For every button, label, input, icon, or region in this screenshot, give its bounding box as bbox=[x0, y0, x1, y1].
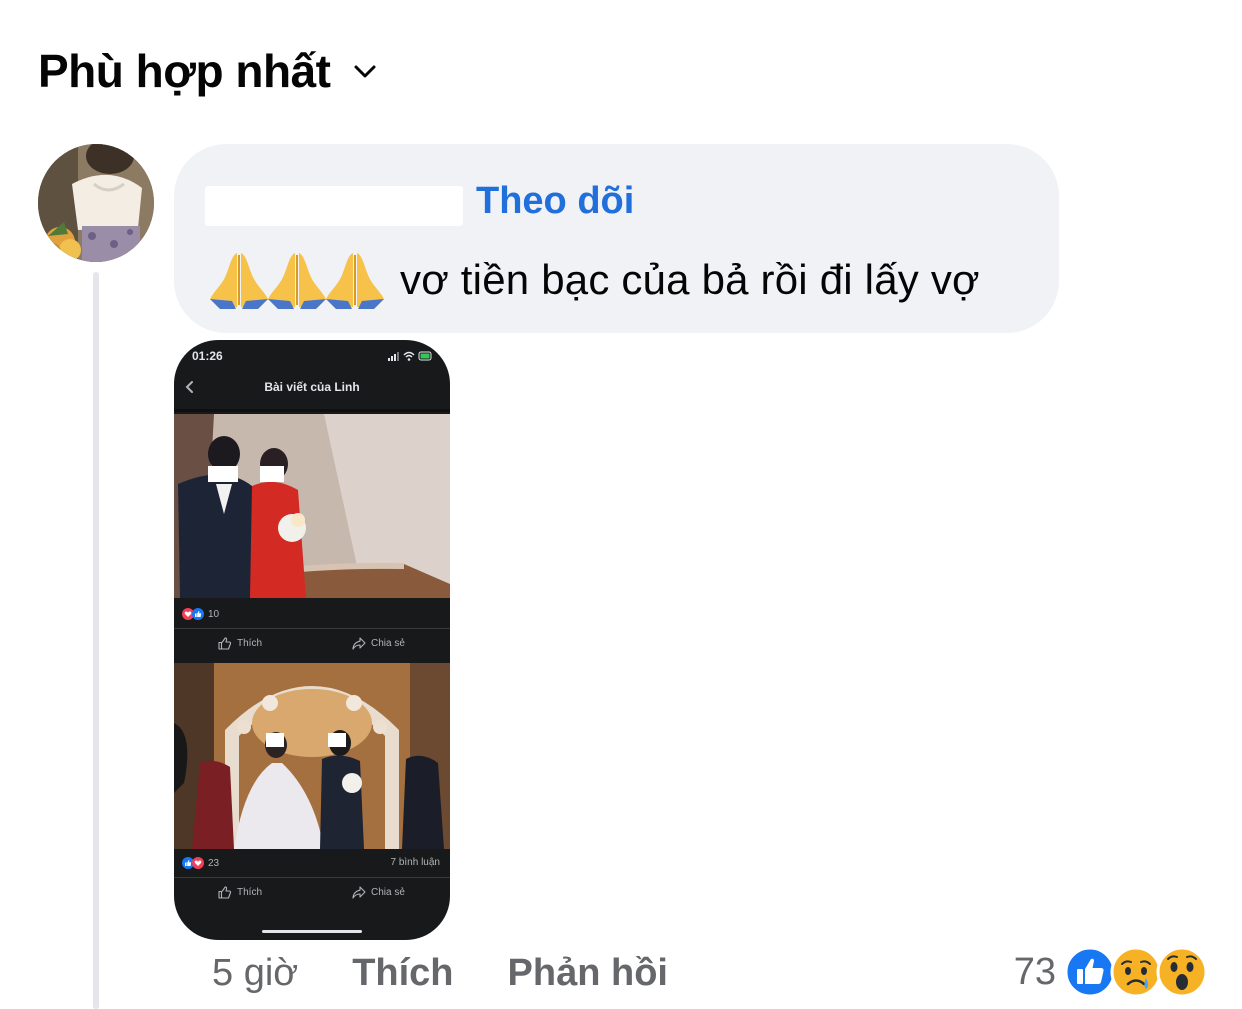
wedding-photo-2 bbox=[174, 663, 450, 849]
post2-comment-count[interactable]: 7 bình luận bbox=[391, 857, 441, 868]
sort-label: Phù hợp nhất bbox=[38, 45, 331, 97]
comment-footer: 5 giờ Thích Phản hồi bbox=[212, 952, 668, 995]
wedding-photo-1 bbox=[174, 414, 450, 598]
commenter-avatar[interactable] bbox=[38, 144, 154, 262]
folded-hands-emoji-icon bbox=[326, 253, 384, 309]
thumbs-up-icon bbox=[218, 637, 232, 650]
status-bar: 01:26 bbox=[174, 340, 450, 370]
attached-screenshot[interactable]: 01:26 Bài viết của Linh 10 Thích Chia sẻ… bbox=[174, 340, 450, 940]
like-reaction-icon bbox=[192, 608, 204, 620]
post2-actions: Thích Chia sẻ bbox=[174, 877, 450, 907]
thumbs-up-icon bbox=[218, 886, 232, 899]
post1-share-label: Chia sẻ bbox=[371, 638, 405, 649]
post2-like-button[interactable]: Thích bbox=[218, 886, 262, 899]
share-arrow-icon bbox=[352, 637, 366, 650]
reaction-summary[interactable]: 73 bbox=[1014, 946, 1208, 998]
home-indicator bbox=[262, 930, 362, 933]
post1-share-button[interactable]: Chia sẻ bbox=[352, 637, 405, 650]
post1-like-label: Thích bbox=[237, 638, 263, 649]
folded-hands-emoji-icon bbox=[268, 253, 326, 309]
reply-thread-line bbox=[93, 272, 99, 1009]
chevron-down-icon bbox=[354, 65, 376, 78]
signal-wifi-battery-icon bbox=[388, 351, 432, 361]
sort-dropdown[interactable]: Phù hợp nhất bbox=[38, 44, 378, 98]
redacted-author-name bbox=[205, 186, 463, 226]
follow-link[interactable]: Theo dõi bbox=[476, 180, 634, 223]
like-reaction-icon bbox=[1064, 946, 1116, 998]
nav-title: Bài viết của Linh bbox=[264, 380, 360, 394]
post2-like-label: Thích bbox=[237, 887, 263, 898]
post1-actions: Thích Chia sẻ bbox=[174, 628, 450, 658]
post1-reaction-count: 10 bbox=[208, 608, 220, 620]
comment-timestamp[interactable]: 5 giờ bbox=[212, 952, 298, 995]
like-button[interactable]: Thích bbox=[352, 952, 453, 995]
love-reaction-icon bbox=[192, 857, 204, 869]
post2-reaction-count: 23 bbox=[208, 857, 220, 869]
reaction-count: 73 bbox=[1013, 950, 1056, 993]
folded-hands-emoji-icon bbox=[210, 253, 268, 309]
sad-reaction-icon bbox=[1110, 946, 1162, 998]
status-time: 01:26 bbox=[192, 349, 223, 363]
reply-button[interactable]: Phản hồi bbox=[508, 952, 668, 995]
comment-text: vơ tiền bạc của bả rồi đi lấy vợ bbox=[400, 256, 980, 303]
wow-reaction-icon bbox=[1156, 946, 1208, 998]
avatar-photo bbox=[38, 144, 154, 262]
post1-like-button[interactable]: Thích bbox=[218, 637, 262, 650]
comment-body: vơ tiền bạc của bả rồi đi lấy vợ bbox=[208, 251, 980, 309]
post2-reactions: 23 bbox=[182, 855, 219, 871]
post1-reactions: 10 bbox=[182, 606, 219, 622]
share-arrow-icon bbox=[352, 886, 366, 899]
post2-share-label: Chia sẻ bbox=[371, 887, 405, 898]
post2-share-button[interactable]: Chia sẻ bbox=[352, 886, 405, 899]
post-nav-bar: Bài viết của Linh bbox=[174, 370, 450, 412]
comment-bubble[interactable]: Theo dõi vơ tiền bạc của bả rồi đi lấy v… bbox=[174, 144, 1059, 333]
